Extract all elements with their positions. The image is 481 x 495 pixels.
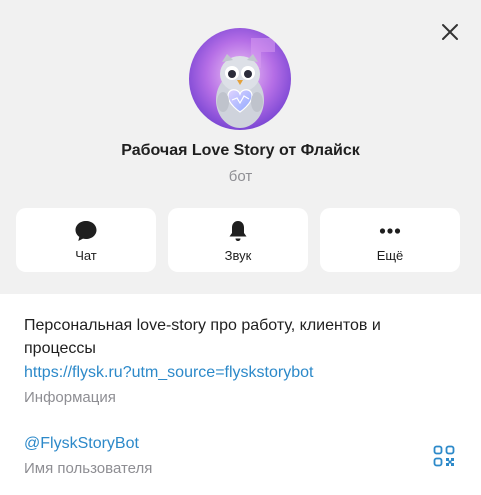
action-bar: Чат Звук Ещё	[16, 208, 461, 272]
profile-subtitle: бот	[228, 168, 253, 185]
profile-header: Рабочая Love Story от Флайск бот Чат Зву…	[0, 0, 481, 294]
info-section: Персональная love-story про работу, клие…	[24, 314, 444, 408]
username-link[interactable]: @FlyskStoryBot	[24, 432, 404, 455]
more-button-label: Ещё	[376, 248, 404, 263]
bell-icon	[229, 221, 247, 241]
info-link[interactable]: https://flysk.ru?utm_source=flyskstorybo…	[24, 361, 444, 384]
chat-icon	[75, 221, 97, 241]
owl-avatar-icon	[189, 28, 291, 130]
avatar[interactable]	[189, 28, 291, 130]
qr-code-icon	[433, 445, 455, 467]
more-icon	[379, 228, 401, 234]
close-button[interactable]	[436, 18, 464, 46]
sound-button-label: Звук	[224, 248, 252, 263]
chat-button-label: Чат	[75, 248, 97, 263]
close-icon	[442, 24, 458, 40]
qr-code-button[interactable]	[432, 444, 456, 468]
username-section: @FlyskStoryBot Имя пользователя	[24, 431, 404, 479]
chat-button[interactable]: Чат	[16, 208, 156, 272]
username-caption: Имя пользователя	[24, 460, 153, 477]
more-button[interactable]: Ещё	[320, 208, 460, 272]
bot-description: Персональная love-story про работу, клие…	[24, 317, 381, 357]
info-caption: Информация	[24, 389, 116, 406]
profile-title: Рабочая Love Story от Флайск	[121, 142, 360, 159]
sound-button[interactable]: Звук	[168, 208, 308, 272]
